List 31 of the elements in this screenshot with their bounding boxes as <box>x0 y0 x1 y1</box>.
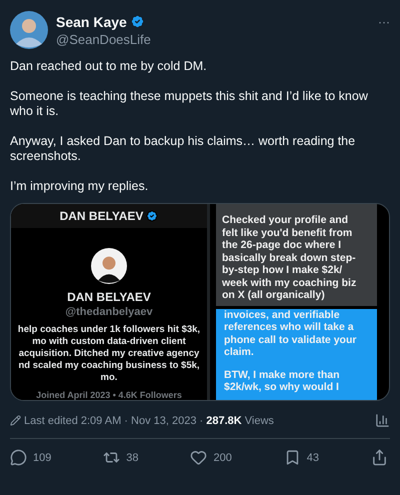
tweet-text: Anyway, I asked Dan to backup his claims… worth reading the screenshots. <box>10 134 356 164</box>
bookmark-button[interactable]: 43 <box>284 449 320 466</box>
like-button[interactable]: 200 <box>190 449 232 466</box>
message-text: BTW, I make more than $2k/wk, so why would I <box>224 368 341 394</box>
heart-icon <box>190 449 208 466</box>
profile-bio-line: acquisition. Ditched my creative agency <box>18 348 200 360</box>
profile-bio-line: nd scaled my coaching business to $5k, <box>18 360 200 372</box>
profile-bio-line: help coaches under 1k followers hit $3k, <box>18 324 200 336</box>
tweet-text: I’m improving my replies. <box>10 179 150 194</box>
tweet-text: Someone is teaching these muppets this shit and I’d like to know who it is. <box>10 89 369 119</box>
profile-bio-line: mo. <box>100 372 118 384</box>
edit-icon <box>10 415 21 426</box>
share-button[interactable] <box>370 449 388 466</box>
profile-header-name: DAN BELYAEV <box>60 209 144 223</box>
profile-join-info: Joined April 2023 • 4.6K Followers <box>36 390 182 400</box>
author-handle[interactable]: @SeanDoesLife <box>56 32 370 46</box>
author-name[interactable]: Sean Kaye <box>56 14 127 30</box>
tweet-meta: Last edited 2:09 AM · Nov 13, 2023 · 287.8K Views <box>24 414 275 426</box>
more-button[interactable]: ··· <box>378 15 390 29</box>
repost-button[interactable]: 38 <box>103 449 139 466</box>
profile-handle: @thedanbelyaev <box>65 306 153 318</box>
avatar[interactable] <box>10 11 48 49</box>
analytics-icon[interactable] <box>375 413 390 428</box>
message-text: invoices, and verifiable references who will take a phone call to validate your claim. <box>224 308 358 358</box>
reply-button[interactable]: 109 <box>10 449 52 466</box>
share-icon <box>370 449 388 466</box>
reply-icon <box>10 449 27 466</box>
message-text: Checked your profile and felt like you'd benefit from the 26-page doc where I basically break down step-by-step how I make $2k/ week with my coaching biz on X (all organically) <box>222 214 358 302</box>
profile-bio-line: mo with custom data-driven client <box>32 336 186 348</box>
tweet-text: Dan reached out to me by cold DM. <box>10 59 208 74</box>
profile-name: DAN BELYAEV <box>67 290 151 304</box>
